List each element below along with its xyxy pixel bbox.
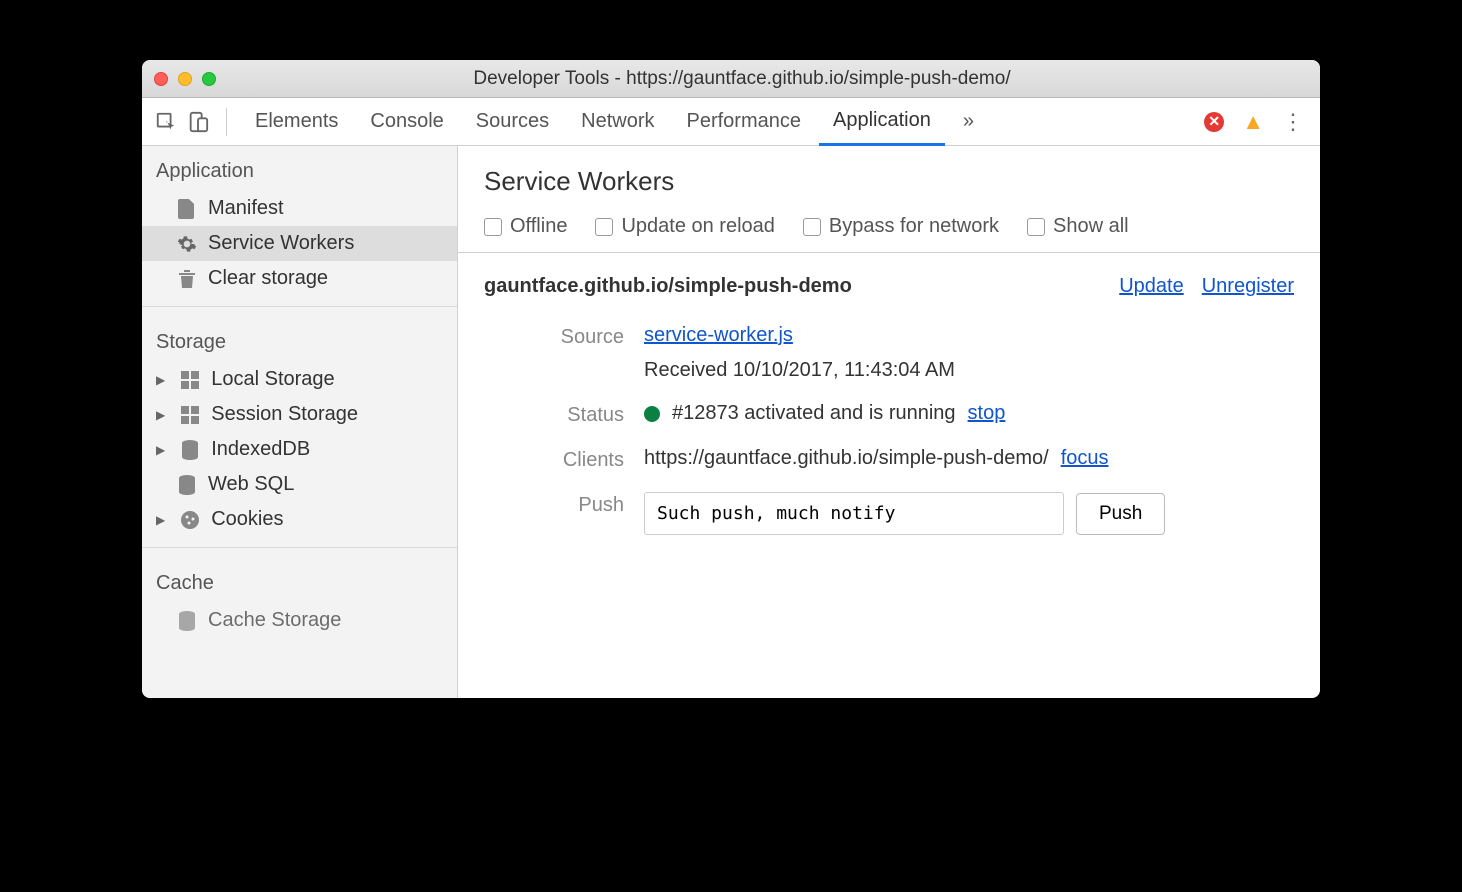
checkbox-icon xyxy=(803,218,821,236)
scope-row: gauntface.github.io/simple-push-demo Upd… xyxy=(458,253,1320,314)
grid-icon xyxy=(179,371,201,389)
main-panel: Service Workers Offline Update on reload… xyxy=(458,146,1320,698)
push-label: Push xyxy=(484,492,644,517)
titlebar: Developer Tools - https://gauntface.gith… xyxy=(142,60,1320,98)
status-text: #12873 activated and is running xyxy=(672,402,956,425)
checkbox-label: Show all xyxy=(1053,215,1129,238)
tab-sources[interactable]: Sources xyxy=(462,98,563,145)
sidebar-item-manifest[interactable]: Manifest xyxy=(142,191,457,226)
sidebar-item-cookies[interactable]: ▶ Cookies xyxy=(142,502,457,537)
scope-name: gauntface.github.io/simple-push-demo xyxy=(484,275,852,298)
checkbox-bypass-for-network[interactable]: Bypass for network xyxy=(803,215,999,238)
tab-application[interactable]: Application xyxy=(819,99,945,146)
expand-icon[interactable]: ▶ xyxy=(156,443,165,457)
device-toggle-icon[interactable] xyxy=(184,108,212,136)
checkbox-label: Update on reload xyxy=(621,215,774,238)
database-icon xyxy=(176,475,198,495)
database-icon xyxy=(179,440,201,460)
minimize-window-button[interactable] xyxy=(178,72,192,86)
separator xyxy=(142,547,457,548)
inspect-icon[interactable] xyxy=(152,108,180,136)
sidebar-section-application: Application xyxy=(142,146,457,191)
stop-link[interactable]: stop xyxy=(968,402,1006,425)
source-file-link[interactable]: service-worker.js xyxy=(644,324,793,347)
unregister-link[interactable]: Unregister xyxy=(1202,275,1294,298)
tabs-overflow[interactable]: » xyxy=(949,98,988,145)
separator xyxy=(142,306,457,307)
close-window-button[interactable] xyxy=(154,72,168,86)
push-button[interactable]: Push xyxy=(1076,493,1165,535)
sidebar-item-label: Web SQL xyxy=(208,473,294,496)
sidebar-item-label: Clear storage xyxy=(208,267,328,290)
sidebar-item-cache-storage[interactable]: Cache Storage xyxy=(142,603,457,638)
sidebar-item-indexeddb[interactable]: ▶ IndexedDB xyxy=(142,432,457,467)
focus-link[interactable]: focus xyxy=(1061,447,1109,470)
tab-console[interactable]: Console xyxy=(356,98,457,145)
tab-performance[interactable]: Performance xyxy=(673,98,816,145)
checkbox-offline[interactable]: Offline xyxy=(484,215,567,238)
main-header: Service Workers Offline Update on reload… xyxy=(458,146,1320,253)
separator xyxy=(226,108,227,136)
checkbox-update-on-reload[interactable]: Update on reload xyxy=(595,215,774,238)
expand-icon[interactable]: ▶ xyxy=(156,408,165,422)
sidebar-item-local-storage[interactable]: ▶ Local Storage xyxy=(142,362,457,397)
expand-icon[interactable]: ▶ xyxy=(156,373,165,387)
sidebar-item-websql[interactable]: Web SQL xyxy=(142,467,457,502)
options-row: Offline Update on reload Bypass for netw… xyxy=(484,215,1294,238)
source-row: Source service-worker.js Received 10/10/… xyxy=(458,314,1320,392)
sidebar-section-cache: Cache xyxy=(142,558,457,603)
body: Application Manifest Service Workers Cle… xyxy=(142,146,1320,698)
expand-icon[interactable]: ▶ xyxy=(156,513,165,527)
error-badge-icon[interactable]: ✕ xyxy=(1204,112,1224,132)
push-input[interactable] xyxy=(644,492,1064,535)
source-received: Received 10/10/2017, 11:43:04 AM xyxy=(644,359,955,382)
sidebar-item-label: Cookies xyxy=(211,508,283,531)
status-label: Status xyxy=(484,402,644,427)
tab-network[interactable]: Network xyxy=(567,98,668,145)
sidebar: Application Manifest Service Workers Cle… xyxy=(142,146,458,698)
checkbox-label: Bypass for network xyxy=(829,215,999,238)
grid-icon xyxy=(179,406,201,424)
status-row: Status #12873 activated and is running s… xyxy=(458,392,1320,437)
source-label: Source xyxy=(484,324,644,349)
maximize-window-button[interactable] xyxy=(202,72,216,86)
sidebar-item-label: Cache Storage xyxy=(208,609,341,632)
sidebar-section-storage: Storage xyxy=(142,317,457,362)
traffic-lights xyxy=(154,72,216,86)
trash-icon xyxy=(176,269,198,289)
clients-label: Clients xyxy=(484,447,644,472)
checkbox-icon xyxy=(484,218,502,236)
database-icon xyxy=(176,611,198,631)
devtools-window: Developer Tools - https://gauntface.gith… xyxy=(142,60,1320,698)
more-menu-icon[interactable]: ⋮ xyxy=(1282,109,1304,135)
file-icon xyxy=(176,199,198,219)
cookie-icon xyxy=(179,510,201,530)
tab-elements[interactable]: Elements xyxy=(241,98,352,145)
sidebar-item-label: IndexedDB xyxy=(211,438,310,461)
gear-icon xyxy=(176,234,198,254)
tabbar: Elements Console Sources Network Perform… xyxy=(142,98,1320,146)
window-title: Developer Tools - https://gauntface.gith… xyxy=(236,68,1308,90)
page-title: Service Workers xyxy=(484,166,1294,197)
sidebar-item-session-storage[interactable]: ▶ Session Storage xyxy=(142,397,457,432)
checkbox-show-all[interactable]: Show all xyxy=(1027,215,1129,238)
status-dot-icon xyxy=(644,406,660,422)
sidebar-item-label: Manifest xyxy=(208,197,284,220)
sidebar-item-service-workers[interactable]: Service Workers xyxy=(142,226,457,261)
clients-row: Clients https://gauntface.github.io/simp… xyxy=(458,437,1320,482)
push-row: Push Push xyxy=(458,482,1320,545)
warning-badge-icon[interactable]: ▲ xyxy=(1242,109,1264,135)
update-link[interactable]: Update xyxy=(1119,275,1184,298)
checkbox-label: Offline xyxy=(510,215,567,238)
sidebar-item-label: Session Storage xyxy=(211,403,358,426)
client-url: https://gauntface.github.io/simple-push-… xyxy=(644,447,1049,470)
sidebar-item-label: Local Storage xyxy=(211,368,334,391)
sidebar-item-clear-storage[interactable]: Clear storage xyxy=(142,261,457,296)
checkbox-icon xyxy=(1027,218,1045,236)
checkbox-icon xyxy=(595,218,613,236)
sidebar-item-label: Service Workers xyxy=(208,232,354,255)
